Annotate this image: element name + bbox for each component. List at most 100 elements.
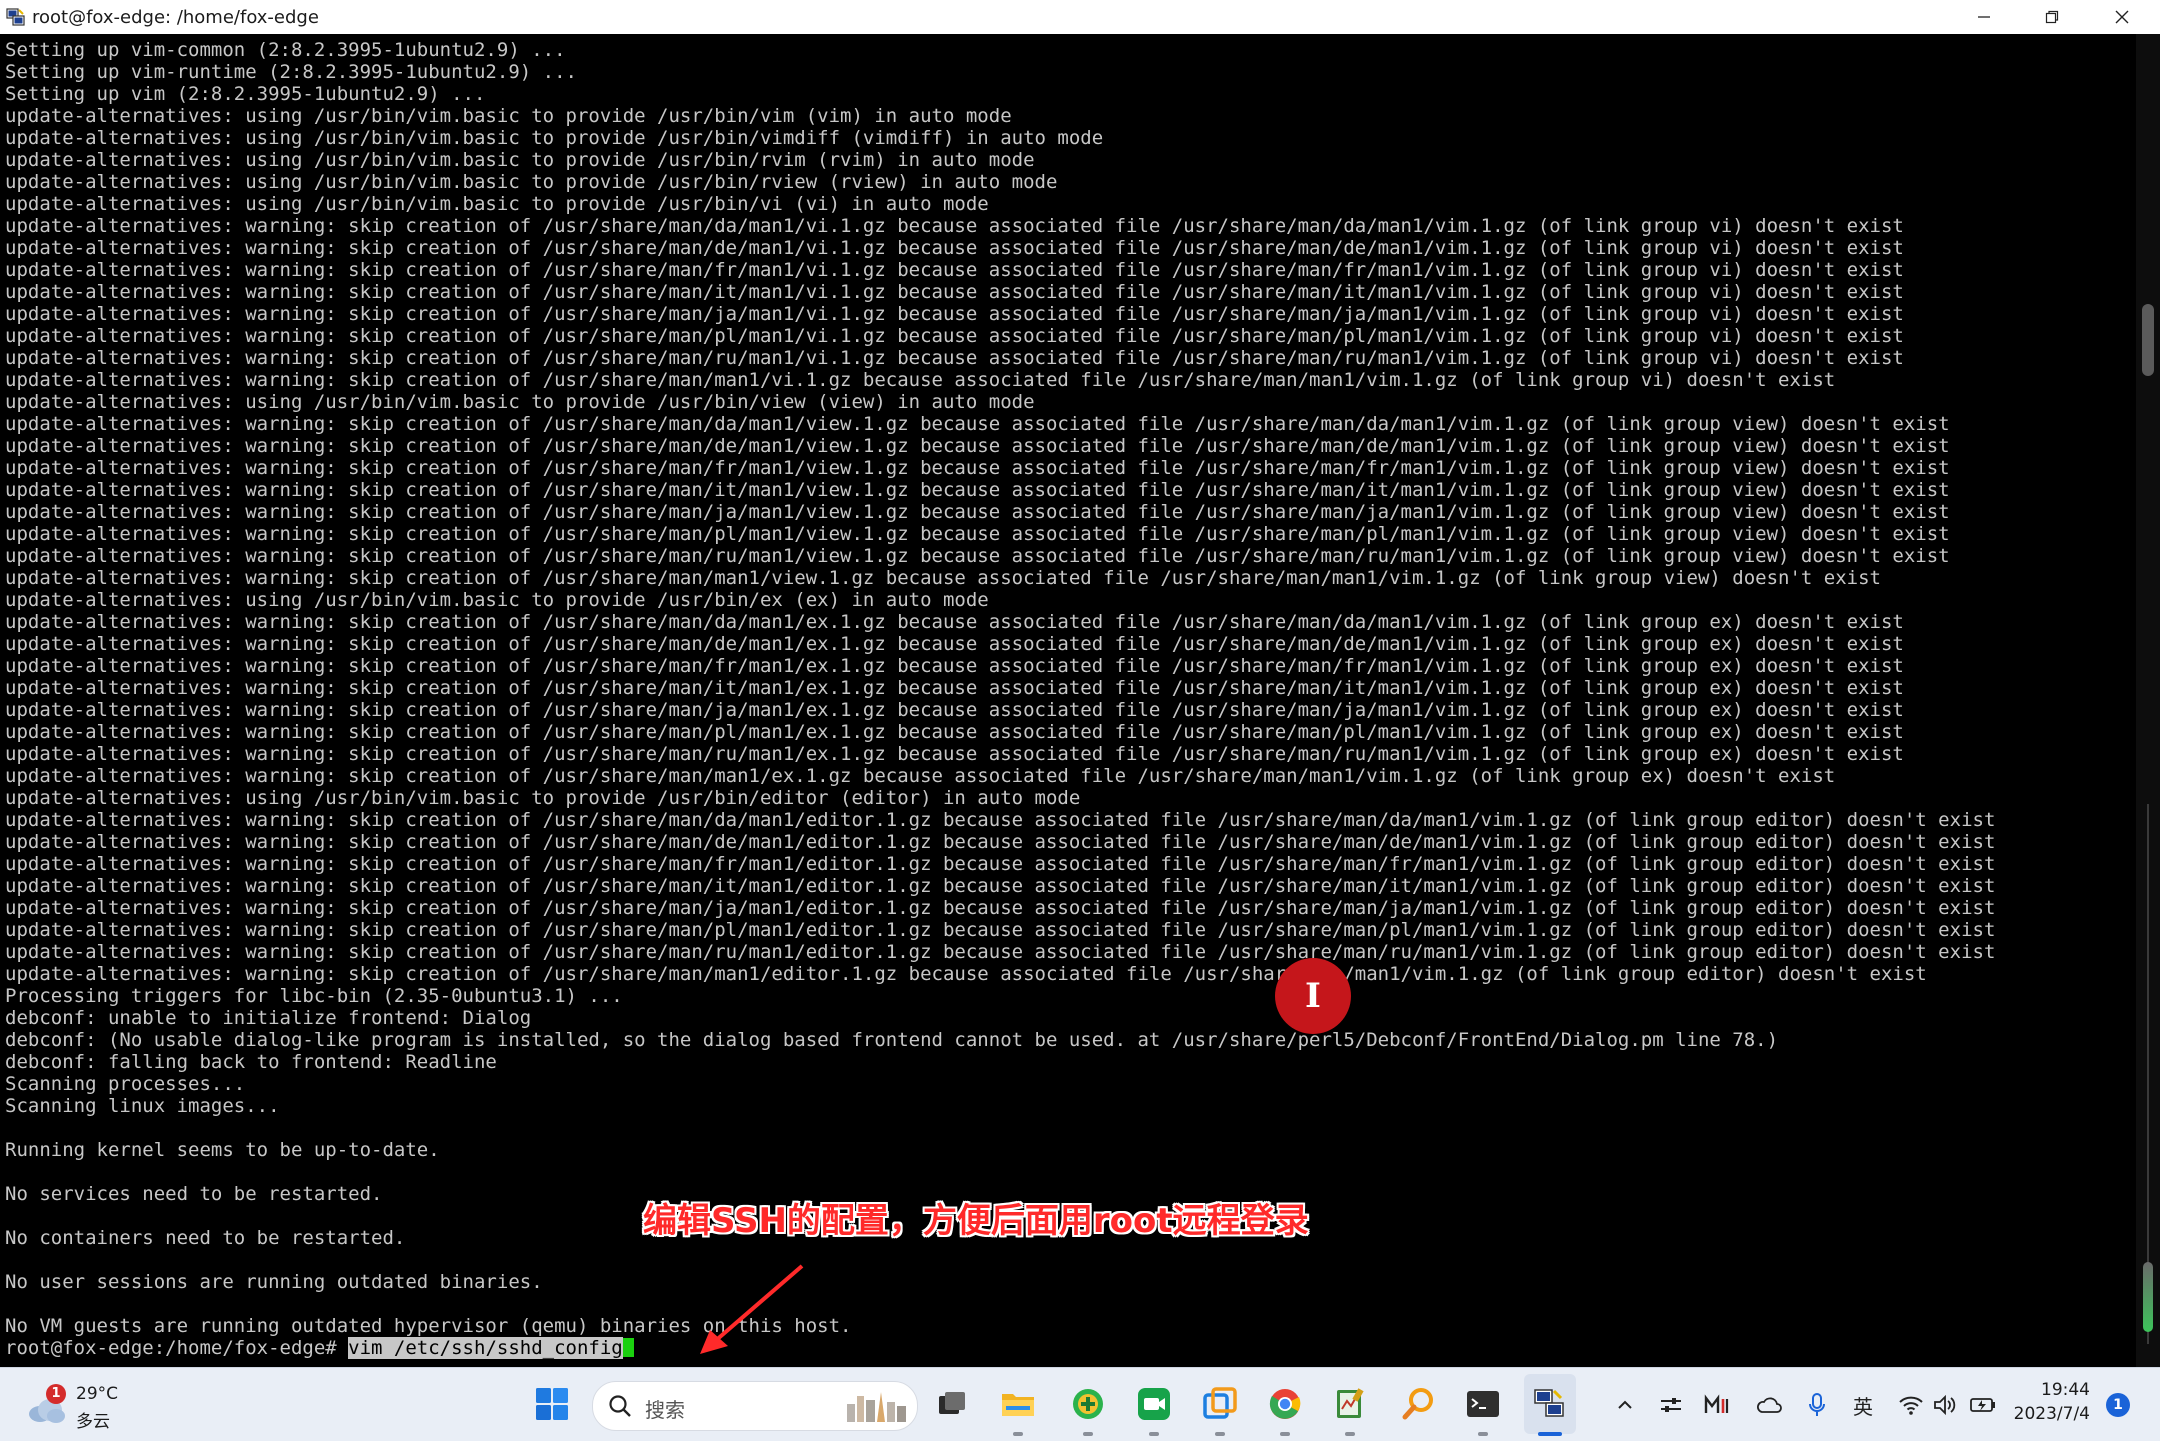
windows-start-icon	[536, 1388, 568, 1420]
weather-temperature: 29°C	[76, 1384, 119, 1404]
terminal-line: update-alternatives: warning: skip creat…	[5, 633, 1904, 655]
terminal-line: update-alternatives: warning: skip creat…	[5, 457, 1950, 479]
tutorial-annotation: 编辑SSH的配置，方便后面用root远程登录	[643, 1201, 1309, 1241]
shell-prompt: root@fox-edge:/home/fox-edge#	[5, 1337, 349, 1359]
battery-charging-icon	[1970, 1398, 1995, 1412]
terminal-running-indicator	[1478, 1432, 1488, 1436]
start-button[interactable]	[532, 1384, 572, 1424]
taskbar-search-box[interactable]: 搜索	[592, 1381, 918, 1431]
click-highlight-marker: I	[1275, 958, 1351, 1034]
terminal-lines: Setting up vim-common (2:8.2.3995-1ubunt…	[5, 39, 1995, 1359]
tray-onedrive-button[interactable]	[1754, 1390, 1784, 1420]
task-view-icon	[939, 1392, 965, 1414]
tray-microphone-button[interactable]	[1802, 1390, 1832, 1420]
minimize-button[interactable]	[1952, 0, 2016, 34]
cloud-icon	[1757, 1397, 1782, 1413]
notification-count-badge[interactable]: 1	[2106, 1393, 2130, 1417]
terminal-line: update-alternatives: warning: skip creat…	[5, 699, 1904, 721]
remote-desktop-button[interactable]	[1200, 1384, 1240, 1424]
wifi-icon	[1899, 1396, 1923, 1415]
terminal-line: Scanning linux images...	[5, 1095, 280, 1117]
terminal-line: update-alternatives: using /usr/bin/vim.…	[5, 105, 1012, 127]
terminal-line: update-alternatives: warning: skip creat…	[5, 281, 1904, 303]
terminal-line: update-alternatives: warning: skip creat…	[5, 831, 1996, 853]
terminal-line: update-alternatives: warning: skip creat…	[5, 655, 1904, 677]
window-title: root@fox-edge: /home/fox-edge	[32, 7, 319, 28]
terminal-line: update-alternatives: warning: skip creat…	[5, 875, 1996, 897]
microphone-icon	[1809, 1393, 1825, 1416]
weather-condition: 多云	[76, 1412, 110, 1432]
terminal-line: update-alternatives: warning: skip creat…	[5, 325, 1904, 347]
task-view-button[interactable]	[932, 1384, 972, 1424]
terminal-line: update-alternatives: using /usr/bin/vim.…	[5, 391, 1035, 413]
tray-overflow-button[interactable]	[1610, 1390, 1640, 1420]
add-app-icon	[1073, 1389, 1103, 1419]
search-icon	[609, 1395, 631, 1417]
text-cursor-icon: I	[1305, 976, 1321, 1016]
tray-battery-button[interactable]	[1968, 1390, 1998, 1420]
terminal-icon	[1467, 1391, 1499, 1417]
magnifier-button[interactable]	[1398, 1384, 1438, 1424]
notepad-button[interactable]	[1330, 1384, 1370, 1424]
weather-widget[interactable]: 1 29°C 多云	[22, 1380, 132, 1432]
terminal-button[interactable]	[1463, 1384, 1503, 1424]
terminal-line: update-alternatives: using /usr/bin/vim.…	[5, 589, 989, 611]
terminal-line: update-alternatives: warning: skip creat…	[5, 501, 1950, 523]
terminal-line: update-alternatives: warning: skip creat…	[5, 303, 1904, 325]
terminal-line: update-alternatives: warning: skip creat…	[5, 545, 1950, 567]
terminal-line: update-alternatives: warning: skip creat…	[5, 721, 1904, 743]
terminal-line: update-alternatives: warning: skip creat…	[5, 963, 1927, 985]
minimize-icon	[1978, 16, 1990, 18]
terminal-line: update-alternatives: warning: skip creat…	[5, 941, 1996, 963]
terminal-line: Setting up vim-runtime (2:8.2.3995-1ubun…	[5, 61, 577, 83]
file-explorer-running-indicator	[1013, 1432, 1023, 1436]
terminal-line: update-alternatives: warning: skip creat…	[5, 369, 1836, 391]
scrollbar-thumb[interactable]	[2142, 304, 2154, 376]
scrollbar-position-indicator[interactable]	[2143, 1262, 2153, 1332]
window-titlebar[interactable]: root@fox-edge: /home/fox-edge	[0, 0, 2160, 35]
tray-wifi-button[interactable]	[1896, 1390, 1926, 1420]
terminal-line: update-alternatives: using /usr/bin/vim.…	[5, 127, 1104, 149]
mail-app-icon	[1704, 1394, 1729, 1413]
video-meeting-button[interactable]	[1134, 1384, 1174, 1424]
terminal-line: update-alternatives: warning: skip creat…	[5, 215, 1904, 237]
terminal-line: update-alternatives: using /usr/bin/vim.…	[5, 787, 1081, 809]
close-button[interactable]	[2090, 0, 2154, 34]
terminal-line: update-alternatives: warning: skip creat…	[5, 765, 1836, 787]
terminal-output[interactable]: Setting up vim-common (2:8.2.3995-1ubunt…	[0, 34, 2160, 1367]
putty-taskbar-button[interactable]	[1530, 1384, 1570, 1424]
notepad-running-indicator	[1345, 1432, 1355, 1436]
terminal-line: update-alternatives: warning: skip creat…	[5, 347, 1904, 369]
terminal-line: update-alternatives: warning: skip creat…	[5, 479, 1950, 501]
restore-button[interactable]	[2020, 0, 2084, 34]
tray-settings-sliders-button[interactable]	[1656, 1390, 1686, 1420]
network-tool-icon	[1534, 1389, 1564, 1417]
remote-app-running-indicator	[1215, 1432, 1225, 1436]
terminal-line: update-alternatives: using /usr/bin/vim.…	[5, 193, 989, 215]
tray-volume-button[interactable]	[1930, 1390, 1960, 1420]
terminal-line: update-alternatives: warning: skip creat…	[5, 523, 1950, 545]
terminal-line: update-alternatives: warning: skip creat…	[5, 435, 1950, 457]
terminal-prompt-line[interactable]: root@fox-edge:/home/fox-edge# vim /etc/s…	[5, 1337, 1995, 1359]
terminal-scrollbar[interactable]	[2136, 34, 2160, 1367]
chrome-icon	[1269, 1389, 1301, 1419]
terminal-line: update-alternatives: warning: skip creat…	[5, 611, 1904, 633]
terminal-line: update-alternatives: warning: skip creat…	[5, 809, 1996, 831]
notepad-icon	[1337, 1388, 1364, 1418]
terminal-line: debconf: unable to initialize frontend: …	[5, 1007, 532, 1029]
tray-ime-button[interactable]: 英	[1848, 1390, 1878, 1420]
tray-mail-app-button[interactable]	[1702, 1390, 1732, 1420]
terminal-line: update-alternatives: warning: skip creat…	[5, 567, 1881, 589]
search-placeholder: 搜索	[645, 1398, 685, 1422]
terminal-line: Running kernel seems to be up-to-date.	[5, 1139, 440, 1161]
add-app-button[interactable]	[1068, 1384, 1108, 1424]
chrome-button[interactable]	[1265, 1384, 1305, 1424]
file-explorer-button[interactable]	[998, 1384, 1038, 1424]
terminal-line: update-alternatives: warning: skip creat…	[5, 259, 1904, 281]
typed-command[interactable]: vim /etc/ssh/sshd_config	[348, 1337, 623, 1359]
taskbar-clock[interactable]: 19:44 2023/7/4	[2010, 1378, 2090, 1426]
annotation-arrow-icon	[700, 1264, 804, 1354]
terminal-line: update-alternatives: warning: skip creat…	[5, 853, 1996, 875]
